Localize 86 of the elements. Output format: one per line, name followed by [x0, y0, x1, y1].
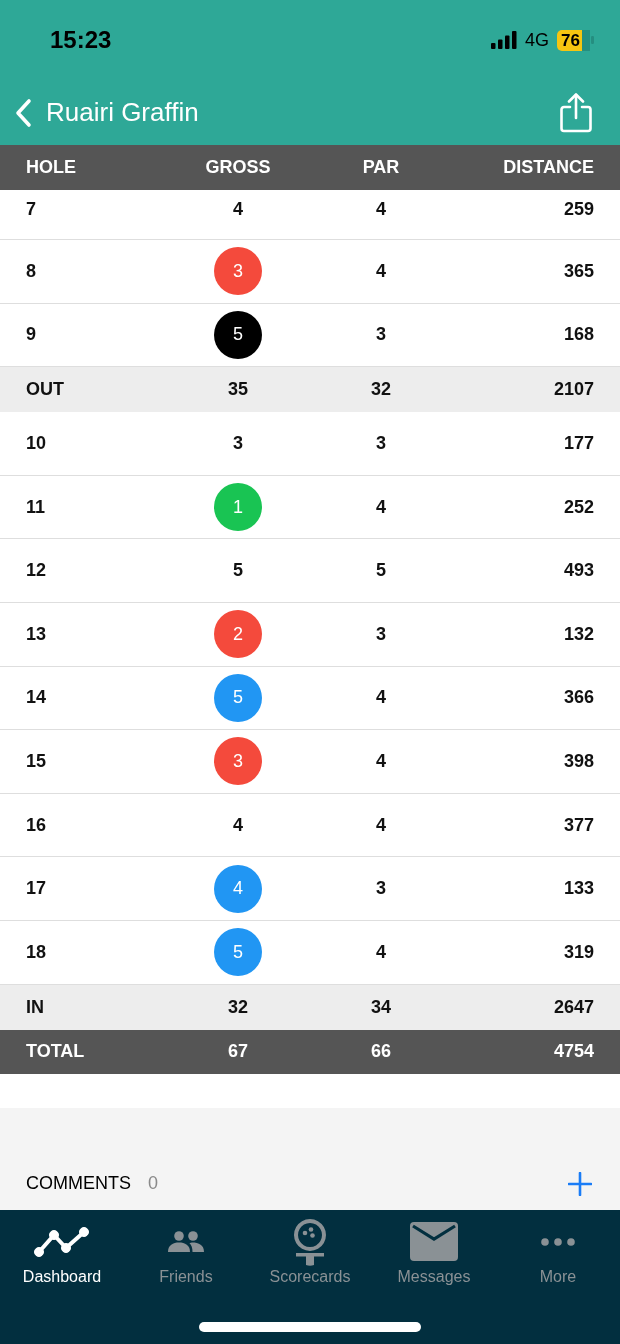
hole-number: 12 [26, 560, 47, 582]
row-label: IN [26, 996, 44, 1018]
par-value: 3 [376, 324, 386, 346]
par-value: 3 [376, 623, 386, 645]
distance-value: 132 [563, 623, 594, 645]
gross-score: 32 [228, 996, 248, 1018]
tab-item[interactable]: Dashboard [0, 1217, 124, 1286]
par-value: 3 [376, 878, 386, 900]
tab-item[interactable]: Scorecards [248, 1217, 372, 1286]
hole-number: 18 [26, 941, 47, 963]
hole-number: 8 [26, 260, 36, 282]
gross-score: 67 [228, 1041, 248, 1063]
share-button[interactable] [560, 92, 592, 133]
line-chart-icon [34, 1226, 90, 1257]
hole-number: 16 [26, 814, 47, 836]
column-header: DISTANCE [502, 157, 594, 178]
comments-label: COMMENTS [26, 1172, 131, 1194]
distance-value: 377 [563, 814, 594, 836]
score-marker: 1 [214, 483, 262, 532]
par-value: 66 [371, 1041, 391, 1063]
gross-score: 4 [233, 199, 243, 220]
golf-ball-icon [292, 1217, 328, 1266]
par-value: 4 [376, 941, 386, 963]
distance-value: 252 [563, 496, 594, 518]
score-marker: 5 [214, 673, 262, 722]
distance-value: 177 [563, 433, 594, 454]
hole-number: 15 [26, 750, 47, 772]
tab-item[interactable]: Messages [372, 1217, 496, 1286]
tab-item[interactable]: Friends [124, 1217, 248, 1286]
par-value: 4 [376, 687, 386, 709]
score-marker: 2 [214, 610, 262, 659]
par-value: 32 [371, 379, 391, 401]
share-icon [560, 92, 592, 133]
hole-number: 13 [26, 623, 47, 645]
distance-value: 493 [563, 560, 594, 582]
gross-score: 35 [228, 379, 248, 401]
chevron-left-icon [14, 97, 32, 128]
gross-score: 4 [233, 814, 243, 836]
score-marker: 4 [214, 864, 262, 913]
distance-value: 259 [563, 199, 594, 220]
score-marker: 3 [214, 737, 262, 786]
score-marker: 5 [214, 310, 262, 359]
people-icon [168, 1231, 204, 1253]
par-value: 34 [371, 996, 391, 1018]
row-label: TOTAL [26, 1041, 85, 1063]
distance-value: 2647 [553, 996, 594, 1018]
distance-value: 398 [563, 750, 594, 772]
score-marker: 3 [214, 247, 262, 296]
distance-value: 4754 [553, 1041, 594, 1063]
hole-number: 11 [26, 496, 46, 518]
par-value: 4 [376, 750, 386, 772]
hole-number: 9 [26, 324, 36, 346]
score-marker: 5 [214, 928, 262, 977]
status-time: 15:23 [50, 26, 112, 54]
par-value: 4 [376, 260, 386, 282]
column-header: PAR [361, 157, 401, 178]
par-value: 4 [376, 814, 386, 836]
hole-number: 14 [26, 687, 47, 709]
column-header: GROSS [204, 157, 272, 178]
row-label: OUT [26, 379, 64, 401]
tab-item[interactable]: More [496, 1217, 620, 1286]
column-header: HOLE [26, 157, 77, 178]
hole-number: 10 [26, 433, 47, 454]
par-value: 4 [376, 496, 386, 518]
signal-icon [491, 31, 518, 49]
hole-number: 17 [26, 878, 47, 900]
comments-count: 0 [148, 1172, 158, 1194]
network-type: 4G [525, 29, 550, 51]
back-button[interactable]: Ruairi Graffin [14, 92, 199, 133]
distance-value: 319 [563, 941, 594, 963]
par-value: 4 [376, 199, 386, 220]
ellipsis-icon [541, 1237, 575, 1246]
gross-score: 5 [233, 560, 243, 582]
par-value: 5 [376, 560, 386, 582]
plus-icon [568, 1171, 592, 1196]
hole-number: 7 [26, 199, 36, 220]
distance-value: 133 [563, 878, 594, 900]
battery-percentage: 76 [557, 29, 590, 51]
envelope-icon [410, 1222, 458, 1262]
distance-value: 168 [563, 324, 594, 346]
add-comment-button[interactable] [568, 1171, 592, 1196]
distance-value: 366 [563, 687, 594, 709]
par-value: 3 [376, 433, 386, 454]
gross-score: 3 [233, 433, 243, 454]
distance-value: 365 [563, 260, 594, 282]
distance-value: 2107 [553, 379, 594, 401]
